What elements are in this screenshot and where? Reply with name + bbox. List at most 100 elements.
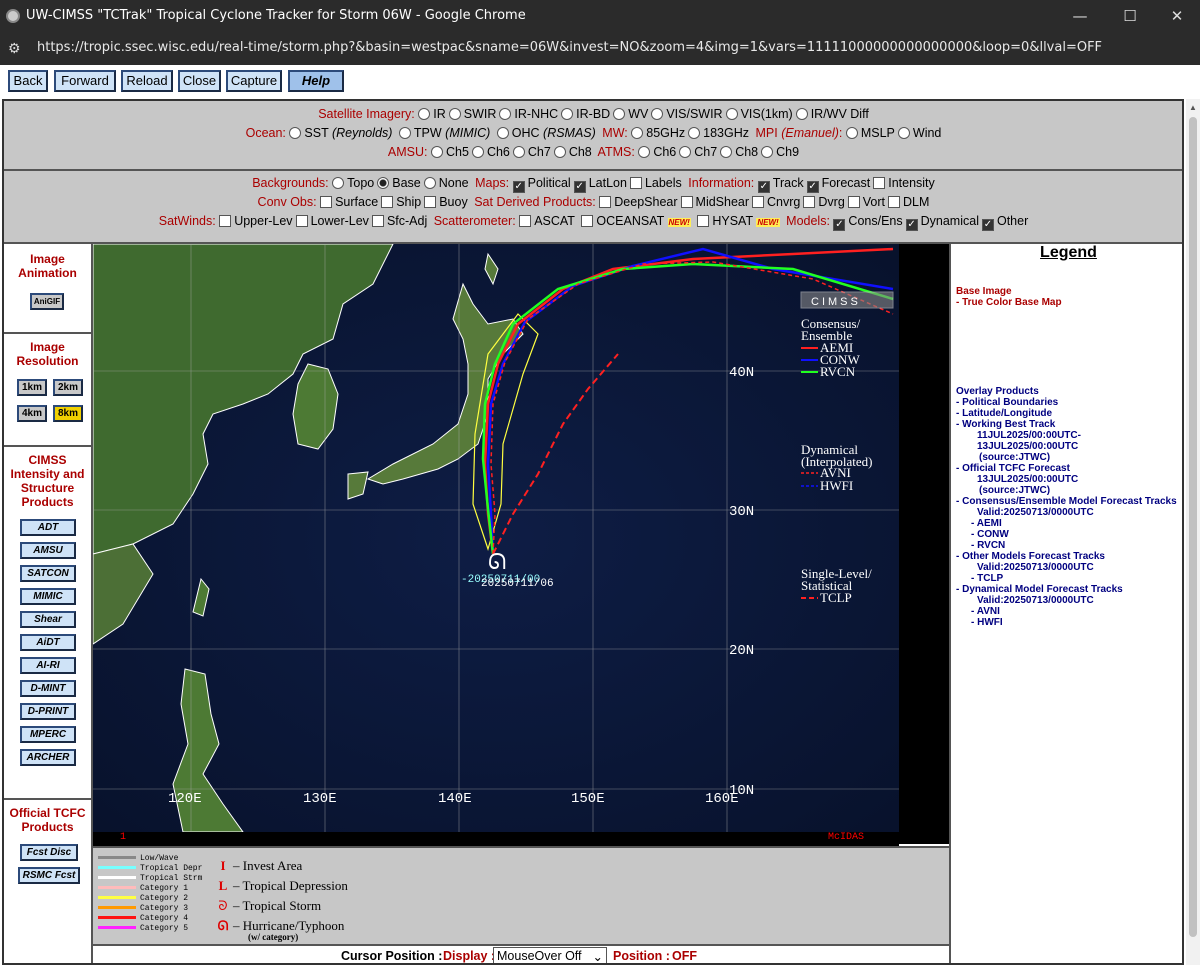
option-ch7[interactable]: Ch7 <box>512 143 551 161</box>
option-ohc[interactable]: OHC (RSMAS) <box>496 124 596 142</box>
option-other[interactable]: ✓ Other <box>981 212 1028 231</box>
option-political[interactable]: ✓ Political <box>512 174 571 193</box>
option-midshear[interactable]: MidShear <box>680 193 749 211</box>
option-vis-1km-[interactable]: VIS(1km) <box>725 105 793 123</box>
option-latlon[interactable]: ✓ LatLon <box>573 174 627 193</box>
option-ship[interactable]: Ship <box>381 193 421 211</box>
satwinds-label: SatWinds: <box>158 214 216 228</box>
option-ch5[interactable]: Ch5 <box>431 143 469 161</box>
legend-line: 13JUL2025/00:00UTC <box>977 441 1079 452</box>
legend-panel: Legend Base Image - True Color Base Map … <box>949 244 1182 963</box>
key-invest: – Invest Area <box>233 858 303 873</box>
option-ir-bd[interactable]: IR-BD <box>561 105 610 123</box>
option-ch8[interactable]: Ch8 <box>720 143 758 161</box>
url-text[interactable]: https://tropic.ssec.wisc.edu/real-time/s… <box>37 40 1102 55</box>
option-wind[interactable]: Wind <box>897 124 941 142</box>
option-mslp[interactable]: MSLP <box>845 124 895 142</box>
option-forecast[interactable]: ✓ Forecast <box>806 174 870 193</box>
option-intensity[interactable]: Intensity <box>873 174 935 192</box>
rsmc-fcst-button[interactable]: RSMC Fcst <box>18 867 80 884</box>
address-bar[interactable]: ⚙ https://tropic.ssec.wisc.edu/real-time… <box>0 32 1200 65</box>
option-ir[interactable]: IR <box>418 105 446 123</box>
option-none[interactable]: None <box>423 174 469 192</box>
option-ch7[interactable]: Ch7 <box>679 143 717 161</box>
option-oceansat[interactable]: OCEANSAT NEW! <box>581 212 691 232</box>
scroll-up-icon[interactable]: ▲ <box>1189 103 1197 112</box>
display-label: Display : <box>443 949 496 963</box>
option-lower-lev[interactable]: Lower-Lev <box>295 212 369 230</box>
lon-label-150: 150E <box>571 791 605 807</box>
product-d-print-button[interactable]: D-PRINT <box>20 703 76 720</box>
satwinds-options: Upper-Lev Lower-Lev Sfc-Adj <box>219 214 430 228</box>
product-satcon-button[interactable]: SATCON <box>20 565 76 582</box>
option-surface[interactable]: Surface <box>320 193 378 211</box>
scale-row: Category 3 <box>98 904 188 914</box>
option-vis-swir[interactable]: VIS/SWIR <box>651 105 723 123</box>
option-ch8[interactable]: Ch8 <box>553 143 592 161</box>
option-ir-wv-diff[interactable]: IR/WV Diff <box>795 105 869 123</box>
option-ch6[interactable]: Ch6 <box>638 143 676 161</box>
option-dvrg[interactable]: Dvrg <box>803 193 845 211</box>
close-button[interactable]: Close <box>178 70 221 92</box>
site-settings-icon[interactable]: ⚙ <box>8 40 24 56</box>
option-ch9[interactable]: Ch9 <box>761 143 799 161</box>
minimize-button[interactable]: — <box>1060 4 1100 28</box>
option-85ghz[interactable]: 85GHz <box>631 124 685 142</box>
models-options: ✓ Cons/Ens ✓ Dynamical ✓ Other <box>833 212 1031 231</box>
option-base[interactable]: Base <box>377 174 421 192</box>
res-4km-button[interactable]: 4km <box>17 405 47 422</box>
res-1km-button[interactable]: 1km <box>17 379 47 396</box>
product-ai-ri-button[interactable]: AI-RI <box>20 657 76 674</box>
product-d-mint-button[interactable]: D-MINT <box>20 680 76 697</box>
product-adt-button[interactable]: ADT <box>20 519 76 536</box>
storm-map[interactable]: 40N 30N 20N 10N 120E 130E 140E 150E 160E… <box>93 244 899 832</box>
back-button[interactable]: Back <box>8 70 48 92</box>
option-wv[interactable]: WV <box>613 105 648 123</box>
option-labels[interactable]: Labels <box>629 174 682 192</box>
option-upper-lev[interactable]: Upper-Lev <box>219 212 293 230</box>
display-select[interactable]: MouseOver Off ⌄ <box>493 947 607 963</box>
product-mperc-button[interactable]: MPERC <box>20 726 76 743</box>
product-archer-button[interactable]: ARCHER <box>20 749 76 766</box>
option-track[interactable]: ✓ Track <box>757 174 804 193</box>
option-vort[interactable]: Vort <box>847 193 885 211</box>
option-swir[interactable]: SWIR <box>448 105 496 123</box>
help-button[interactable]: Help <box>288 70 344 92</box>
capture-button[interactable]: Capture <box>226 70 282 92</box>
product-amsu-button[interactable]: AMSU <box>20 542 76 559</box>
res-8km-button[interactable]: 8km <box>53 405 83 422</box>
option-183ghz[interactable]: 183GHz <box>688 124 749 142</box>
option-ir-nhc[interactable]: IR-NHC <box>499 105 558 123</box>
maximize-button[interactable]: ☐ <box>1110 4 1150 28</box>
option-buoy[interactable]: Buoy <box>424 193 468 211</box>
option-dynamical[interactable]: ✓ Dynamical <box>905 212 979 231</box>
option-tpw[interactable]: TPW (MIMIC) <box>398 124 490 142</box>
option-sst[interactable]: SST (Reynolds) <box>289 124 392 142</box>
legend-line: - RVCN <box>971 540 1006 551</box>
sl-item-tclp: TCLP <box>820 590 852 605</box>
option-deepshear[interactable]: DeepShear <box>599 193 678 211</box>
reload-button[interactable]: Reload <box>121 70 173 92</box>
forward-button[interactable]: Forward <box>54 70 116 92</box>
legend-line: 11JUL2025/00:00UTC- <box>977 430 1081 441</box>
option-hysat[interactable]: HYSAT NEW! <box>697 212 780 232</box>
anigif-button[interactable]: AniGIF <box>30 293 64 310</box>
scroll-thumb[interactable] <box>1189 117 1197 937</box>
position-label: Position : <box>613 949 670 963</box>
option-dlm[interactable]: DLM <box>888 193 929 211</box>
option-sfc-adj[interactable]: Sfc-Adj <box>371 212 427 230</box>
close-window-button[interactable]: ✕ <box>1157 4 1197 28</box>
fcst-disc-button[interactable]: Fcst Disc <box>20 844 78 861</box>
option-cons-ens[interactable]: ✓ Cons/Ens <box>833 212 903 231</box>
res-2km-button[interactable]: 2km <box>53 379 83 396</box>
option-ascat[interactable]: ASCAT <box>519 212 575 230</box>
option-ch6[interactable]: Ch6 <box>471 143 510 161</box>
tctrak-frame: Satellite Imagery: IR SWIR IR-NHC IR-BD WV VI… <box>2 99 1184 965</box>
product-aidt-button[interactable]: AiDT <box>20 634 76 651</box>
option-topo[interactable]: Topo <box>332 174 374 192</box>
product-shear-button[interactable]: Shear <box>20 611 76 628</box>
page-scrollbar[interactable]: ▲ <box>1186 99 1200 965</box>
product-mimic-button[interactable]: MIMIC <box>20 588 76 605</box>
map-svg: 40N 30N 20N 10N 120E 130E 140E 150E 160E… <box>93 244 899 832</box>
option-cnvrg[interactable]: Cnvrg <box>752 193 800 211</box>
